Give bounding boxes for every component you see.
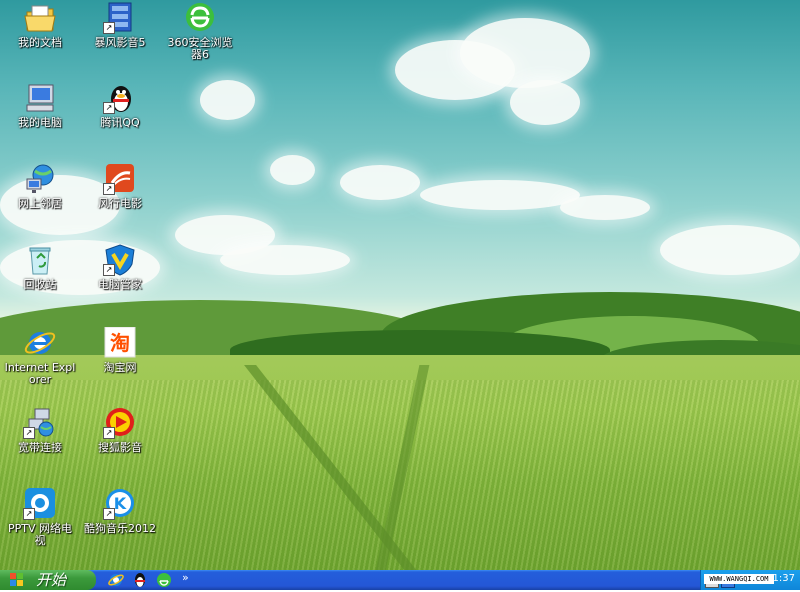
icon-label: 搜狐影音 [98, 441, 142, 454]
start-label: 开始 [36, 571, 67, 589]
windows-logo-icon [10, 573, 24, 587]
sohu-video-icon: ↗ [103, 407, 137, 439]
shortcut-arrow-icon: ↗ [103, 508, 115, 520]
icon-label: 电脑管家 [98, 278, 142, 291]
recycle-bin-icon [23, 244, 57, 276]
svg-text:淘: 淘 [110, 331, 130, 355]
taskbar: 开始 » 21:37 [0, 570, 800, 590]
funshion-icon: ↗ [103, 163, 137, 195]
desktop-icon-kugou[interactable]: K ↗ 酷狗音乐2012 [80, 488, 160, 535]
quicklaunch-360-browser-icon[interactable] [156, 572, 172, 588]
shortcut-arrow-icon: ↗ [103, 427, 115, 439]
desktop-icon-qq[interactable]: ↗ 腾讯QQ [80, 82, 160, 129]
quicklaunch-qq-icon[interactable] [132, 572, 148, 588]
desktop-icon-storm-player[interactable]: ↗ 暴风影音5 [80, 2, 160, 49]
icon-label: 宽带连接 [18, 441, 62, 454]
cloud [340, 165, 420, 200]
start-button[interactable]: 开始 [0, 570, 96, 590]
quicklaunch-chevron-icon[interactable]: » [182, 571, 189, 584]
pc-manager-shield-icon: ↗ [103, 244, 137, 276]
my-documents-icon [23, 2, 57, 34]
quicklaunch-internet-explorer-icon[interactable] [108, 572, 124, 588]
cloud [460, 18, 590, 88]
desktop-icon-pptv[interactable]: ↗ PPTV 网络电视 [0, 488, 80, 547]
network-places-icon [23, 163, 57, 195]
shortcut-arrow-icon: ↗ [23, 427, 35, 439]
kugou-music-icon: K ↗ [103, 488, 137, 520]
desktop-icon-broadband-connection[interactable]: ↗ 宽带连接 [0, 407, 80, 454]
shortcut-arrow-icon: ↗ [23, 508, 35, 520]
pptv-icon: ↗ [23, 488, 57, 520]
cloud [220, 245, 350, 275]
desktop-icon-sohu-video[interactable]: ↗ 搜狐影音 [80, 407, 160, 454]
icon-label: 风行电影 [98, 197, 142, 210]
taobao-icon: 淘 [103, 326, 137, 359]
icon-label: 360安全浏览器6 [167, 36, 233, 61]
desktop-icon-taobao[interactable]: 淘 淘宝网 [80, 326, 160, 374]
icon-label: 我的文档 [18, 36, 62, 49]
shortcut-arrow-icon: ↗ [103, 102, 115, 114]
360-browser-icon [183, 2, 217, 34]
icon-label: 腾讯QQ [100, 116, 140, 129]
shortcut-arrow-icon: ↗ [103, 22, 115, 34]
desktop-icon-my-computer[interactable]: 我的电脑 [0, 82, 80, 129]
watermark: WWW.WANGQI.COM [704, 574, 774, 584]
icon-label: 淘宝网 [103, 361, 137, 374]
broadband-connection-icon: ↗ [23, 407, 57, 439]
my-computer-icon [23, 82, 57, 114]
icon-label: 回收站 [23, 278, 57, 291]
cloud [510, 80, 580, 125]
svg-text:K: K [114, 494, 127, 513]
icon-label: Internet Explorer [4, 361, 76, 386]
cloud [270, 155, 315, 185]
icon-label: 网上邻居 [18, 197, 62, 210]
desktop-icon-360-browser[interactable]: 360安全浏览器6 [160, 2, 240, 61]
desktop-icon-recycle-bin[interactable]: 回收站 [0, 244, 80, 291]
desktop-icon-network-places[interactable]: 网上邻居 [0, 163, 80, 210]
cloud [660, 225, 800, 275]
cloud [560, 195, 650, 220]
desktop-icon-pc-manager[interactable]: ↗ 电脑管家 [80, 244, 160, 291]
icon-label: 酷狗音乐2012 [84, 522, 156, 535]
icon-label: PPTV 网络电视 [7, 522, 72, 547]
qq-penguin-icon: ↗ [103, 82, 137, 114]
shortcut-arrow-icon: ↗ [103, 264, 115, 276]
storm-player-icon: ↗ [103, 2, 137, 34]
desktop-icon-my-documents[interactable]: 我的文档 [0, 2, 80, 49]
internet-explorer-icon [23, 327, 57, 359]
shortcut-arrow-icon: ↗ [103, 183, 115, 195]
cloud [200, 80, 255, 120]
icon-label: 我的电脑 [18, 116, 62, 129]
icon-label: 暴风影音5 [94, 36, 146, 49]
cloud [420, 180, 580, 210]
desktop-icon-internet-explorer[interactable]: Internet Explorer [0, 327, 80, 386]
desktop-icon-funshion[interactable]: ↗ 风行电影 [80, 163, 160, 210]
